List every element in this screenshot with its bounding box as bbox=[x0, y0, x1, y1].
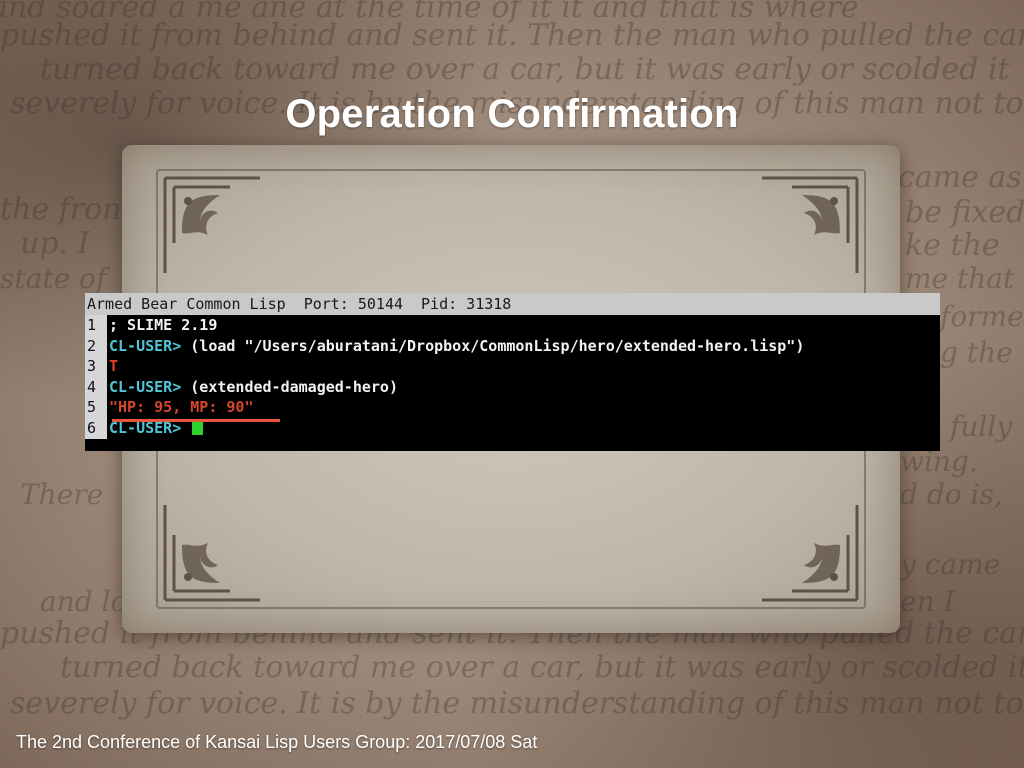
repl-app-name: Armed Bear Common Lisp bbox=[87, 295, 286, 313]
background-script-decoration: former bbox=[940, 300, 1024, 333]
background-script-decoration: en I bbox=[900, 585, 955, 618]
repl-output-text: ; SLIME 2.19 bbox=[109, 316, 218, 334]
background-script-decoration: turned back toward me over a car, but it… bbox=[40, 52, 1010, 87]
ornamental-corner-icon bbox=[762, 505, 859, 602]
repl-prompt: CL-USER> bbox=[109, 336, 182, 355]
background-script-decoration: me that bbox=[905, 262, 1015, 295]
background-script-decoration: turned back toward me over a car, but it… bbox=[60, 650, 1024, 685]
lisp-repl-terminal[interactable]: Armed Bear Common Lisp Port: 50144 Pid: 31… bbox=[85, 293, 940, 451]
background-script-decoration: g the bbox=[940, 336, 1013, 369]
repl-pid: Pid: 31318 bbox=[421, 295, 512, 313]
repl-line: 4 CL-USER> (extended-damaged-hero) bbox=[85, 376, 940, 398]
repl-prompt: CL-USER> bbox=[109, 377, 182, 396]
background-script-decoration: severely for voice. It is by the misunde… bbox=[10, 686, 1024, 721]
background-script-decoration: pushed it from behind and sent it. Then … bbox=[0, 18, 1024, 53]
background-script-decoration: ke the bbox=[905, 228, 1000, 263]
background-script-decoration: y came bbox=[900, 548, 1001, 581]
ornamental-corner-icon bbox=[762, 176, 859, 273]
slide-footer: The 2nd Conference of Kansai Lisp Users … bbox=[16, 732, 538, 752]
background-script-decoration: be fixed bbox=[905, 195, 1024, 230]
ornamental-corner-icon bbox=[163, 505, 260, 602]
slide-title: Operation Confirmation bbox=[285, 92, 739, 136]
line-number: 6 bbox=[85, 417, 107, 439]
repl-line: 2 CL-USER> (load "/Users/aburatani/Dropbo… bbox=[85, 335, 940, 357]
repl-header-bar: Armed Bear Common Lisp Port: 50144 Pid: 31… bbox=[85, 293, 940, 315]
repl-line: 3T bbox=[85, 356, 940, 377]
background-script-decoration: came as bbox=[898, 160, 1022, 195]
repl-return-value: T bbox=[109, 357, 119, 376]
repl-line: 5 "HP: 95, MP: 90" bbox=[85, 397, 940, 418]
repl-input-text: (extended-damaged-hero) bbox=[181, 377, 398, 396]
line-number: 5 bbox=[85, 397, 107, 418]
background-script-decoration: up. I bbox=[20, 226, 90, 261]
line-number: 4 bbox=[85, 376, 107, 398]
background-script-decoration: fully bbox=[950, 410, 1013, 443]
slide-background: and soared a me ane at the time of it it… bbox=[0, 0, 1024, 768]
line-number: 2 bbox=[85, 335, 107, 357]
repl-input-text: (load "/Users/aburatani/Dropbox/CommonLi… bbox=[181, 336, 805, 355]
line-number: 3 bbox=[85, 356, 107, 377]
background-script-decoration: the front bbox=[0, 192, 134, 227]
repl-port: Port: 50144 bbox=[303, 295, 404, 313]
background-script-decoration: state of bbox=[0, 262, 107, 295]
ornamental-corner-icon bbox=[163, 176, 260, 273]
background-script-decoration: and lo bbox=[40, 585, 128, 618]
background-script-decoration: d do is, bbox=[900, 478, 1003, 511]
background-script-decoration: There bbox=[20, 478, 104, 511]
repl-return-value: "HP: 95, MP: 90" bbox=[109, 398, 254, 417]
highlight-underline bbox=[112, 419, 280, 422]
repl-line: 1; SLIME 2.19 bbox=[85, 315, 940, 336]
line-number: 1 bbox=[85, 315, 107, 336]
block-cursor-icon bbox=[192, 419, 204, 435]
